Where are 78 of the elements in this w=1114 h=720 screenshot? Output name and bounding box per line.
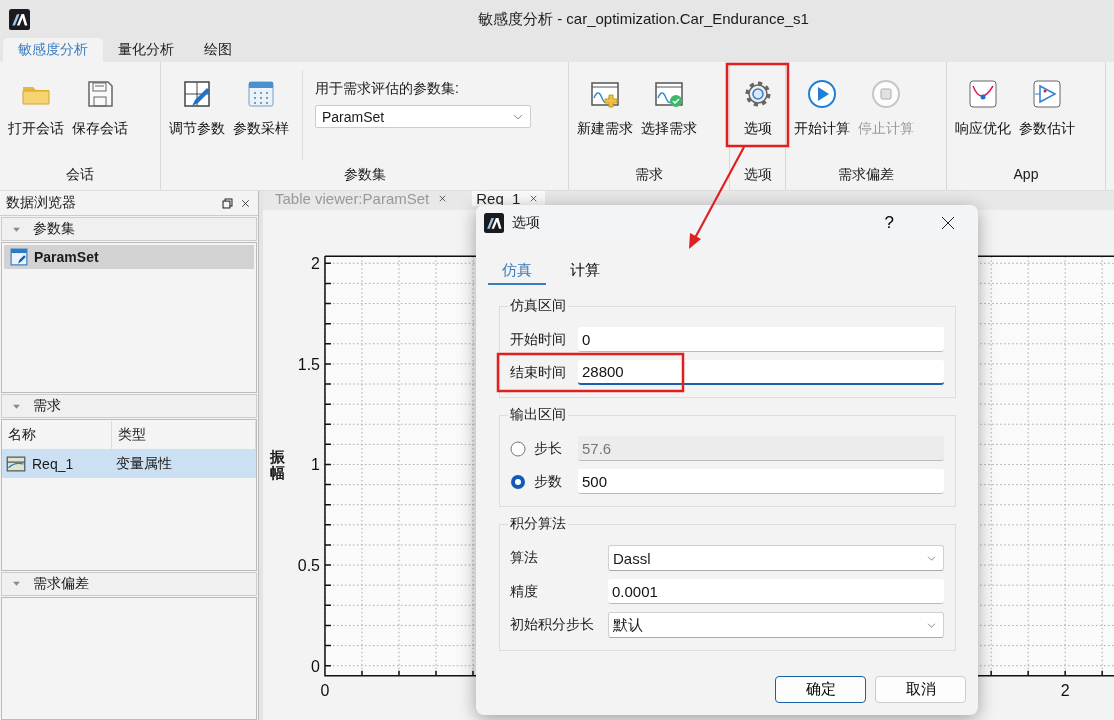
ribbon-button[interactable]: 选择需求	[638, 70, 700, 166]
input-field[interactable]: 500	[578, 469, 944, 494]
dialog-tab[interactable]: 仿真	[488, 257, 546, 285]
field-label: 初始积分步长	[510, 616, 595, 634]
group-title: 仿真区间	[509, 297, 567, 315]
field-label: 开始时间	[510, 330, 567, 349]
list-item[interactable]: ParamSet	[4, 245, 254, 269]
ribbon-button[interactable]: 参数采样	[230, 70, 292, 166]
stop-icon	[870, 78, 902, 110]
column-header[interactable]: 名称	[2, 421, 112, 449]
section-title: 需求偏差	[33, 574, 89, 593]
tick-label: 0.5	[297, 557, 320, 575]
dialog-tab[interactable]: 计算	[556, 257, 614, 285]
group-title: 输出区间	[509, 406, 567, 424]
collapse-arrow-icon[interactable]	[12, 402, 21, 411]
ribbon-button[interactable]: 选项	[738, 70, 777, 166]
ribbon-tab[interactable]: 绘图	[189, 38, 247, 62]
input-field[interactable]: 28800	[578, 360, 944, 385]
ribbon-tab[interactable]: 敏感度分析	[3, 38, 103, 62]
help-button[interactable]: ?	[878, 213, 900, 233]
radio-label: 步长	[534, 439, 562, 458]
radio-button[interactable]	[510, 440, 526, 457]
tick-label: 2	[311, 255, 320, 273]
dialog-title: 选项	[512, 214, 541, 232]
app-logo-icon	[9, 8, 30, 30]
curve-icon	[967, 78, 999, 110]
group-label: 选项	[742, 166, 773, 184]
combo-label: 用于需求评估的参数集:	[315, 80, 460, 98]
input-field[interactable]: 0	[578, 327, 944, 352]
table-cell: Req_1	[32, 456, 74, 472]
tick-label: 2	[1060, 681, 1070, 699]
ribbon-button[interactable]: 开始计算	[791, 70, 853, 166]
ribbon-button[interactable]: 新建需求	[574, 70, 636, 166]
dropdown[interactable]: 默认	[608, 612, 944, 638]
tick-label: 1.5	[297, 355, 320, 373]
ribbon-button[interactable]: 打开会话	[5, 70, 67, 166]
panel-title: 数据浏览器	[6, 194, 77, 212]
table-icon	[10, 248, 28, 266]
field-label: 结束时间	[510, 363, 567, 382]
group-label: 需求	[634, 166, 664, 184]
parameter-set-dropdown[interactable]: ParamSet	[315, 105, 531, 128]
dropdown[interactable]: Dassl	[608, 545, 944, 571]
amplifier-icon	[1031, 78, 1063, 110]
tick-label: 1	[311, 456, 320, 474]
table-cell: 变量属性	[116, 455, 172, 473]
radio-button[interactable]	[510, 473, 526, 490]
ribbon-button[interactable]: 参数估计	[1016, 70, 1078, 166]
group-label: App	[1012, 166, 1040, 184]
field-label: 精度	[510, 582, 539, 601]
field-label: 算法	[510, 549, 539, 567]
window-title: 敏感度分析 - car_optimization.Car_Endurance_s1	[478, 9, 809, 29]
tick-label: 0	[311, 657, 320, 675]
app-logo-icon	[484, 213, 504, 233]
group-label: 需求偏差	[837, 166, 895, 184]
float-icon[interactable]	[222, 197, 233, 209]
ribbon-button[interactable]: 保存会话	[69, 70, 131, 166]
tick-label: 0	[320, 681, 330, 699]
table-icon	[245, 78, 277, 110]
input-field[interactable]: 0.0001	[608, 579, 944, 604]
grid-pencil-icon	[181, 78, 213, 110]
group-label: 会话	[65, 166, 95, 184]
play-icon	[806, 78, 838, 110]
dialog-button[interactable]: 取消	[875, 676, 966, 703]
group-label: 参数集	[342, 166, 387, 184]
table-row[interactable]: Req_1 变量属性	[2, 449, 256, 479]
dialog-button[interactable]: 确定	[775, 676, 866, 703]
radio-label: 步数	[534, 472, 562, 491]
section-title: 参数集	[33, 220, 75, 238]
ribbon-button[interactable]: 响应优化	[952, 70, 1014, 166]
requirement-icon	[6, 454, 26, 474]
ribbon-tab[interactable]: 量化分析	[103, 38, 189, 62]
section-title: 需求	[33, 397, 61, 416]
column-header[interactable]: 类型	[112, 421, 256, 449]
ribbon-button[interactable]: 调节参数	[166, 70, 228, 166]
close-icon[interactable]	[940, 215, 956, 231]
group-title: 积分算法	[509, 515, 567, 533]
axis-label: 振幅	[270, 448, 286, 482]
collapse-arrow-icon[interactable]	[12, 579, 21, 589]
